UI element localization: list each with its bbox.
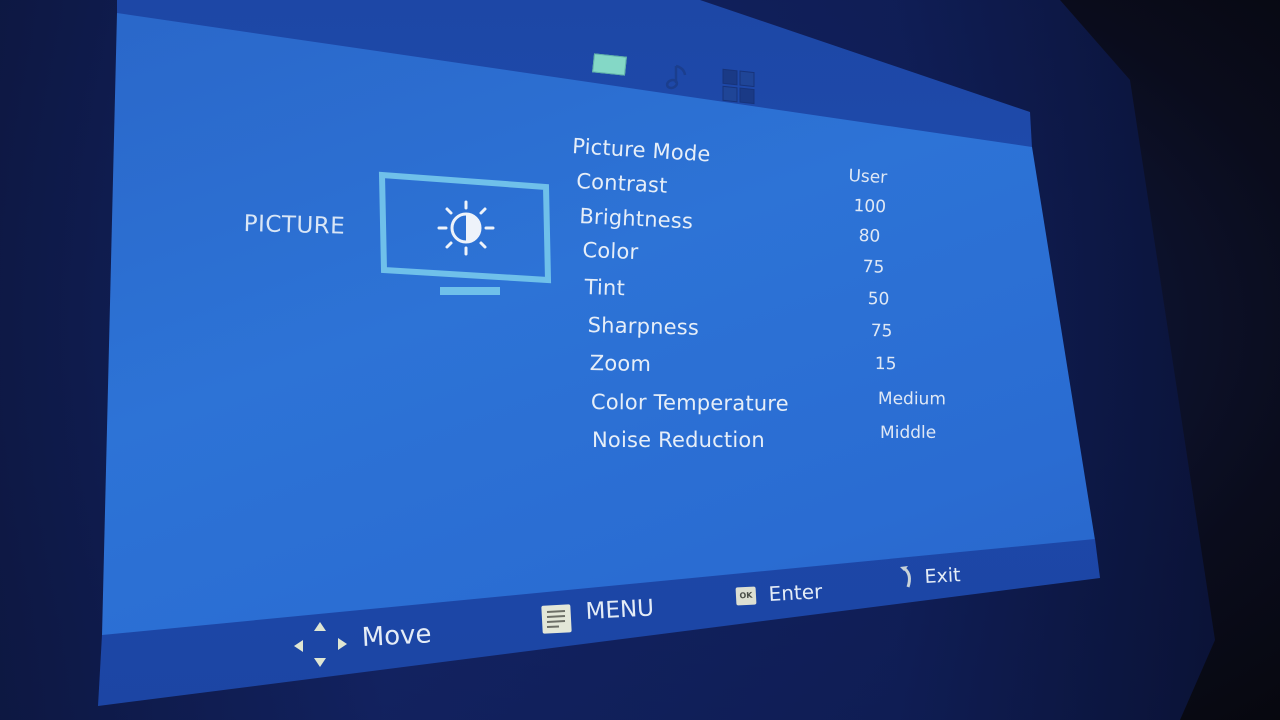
menu-item-label: Tint <box>584 275 626 301</box>
ok-icon-text: OK <box>739 590 753 601</box>
menu-item-value: Middle <box>880 422 937 443</box>
menu-item-value: 15 <box>874 354 897 375</box>
return-arrow-icon <box>900 566 911 588</box>
footer-move-label: Move <box>361 619 433 653</box>
menu-item-value: 75 <box>862 257 885 278</box>
menu-item-label: Zoom <box>589 351 652 377</box>
menu-item-value: 100 <box>853 196 887 218</box>
section-title: PICTURE <box>243 211 346 240</box>
menu-item-label: Noise Reduction <box>592 428 765 452</box>
monitor-brightness-icon <box>378 171 552 295</box>
menu-item-value: User <box>847 166 888 189</box>
menu-item-label: Color Temperature <box>590 390 789 416</box>
menu-item-value: 50 <box>867 289 890 310</box>
music-note-icon <box>665 64 687 90</box>
tab-sound[interactable] <box>664 62 690 92</box>
menu-item-value: Medium <box>877 389 946 410</box>
dpad-arrows-icon <box>294 622 347 667</box>
ok-button-icon: OK <box>735 586 757 606</box>
grid-icon <box>722 68 755 105</box>
footer-exit-label: Exit <box>924 564 962 588</box>
menu-item-label: Contrast <box>575 169 669 198</box>
section-icon <box>378 170 553 300</box>
menu-item-value: 75 <box>870 321 893 342</box>
menu-item-label: Color <box>582 238 639 265</box>
menu-item-label: Sharpness <box>587 313 700 340</box>
footer-menu-label: MENU <box>585 595 655 625</box>
tab-settings[interactable] <box>722 68 756 106</box>
menu-item-value: 80 <box>858 226 881 247</box>
footer-enter-label: Enter <box>768 579 823 606</box>
tab-picture[interactable] <box>592 53 627 76</box>
menu-list-icon <box>541 604 572 634</box>
